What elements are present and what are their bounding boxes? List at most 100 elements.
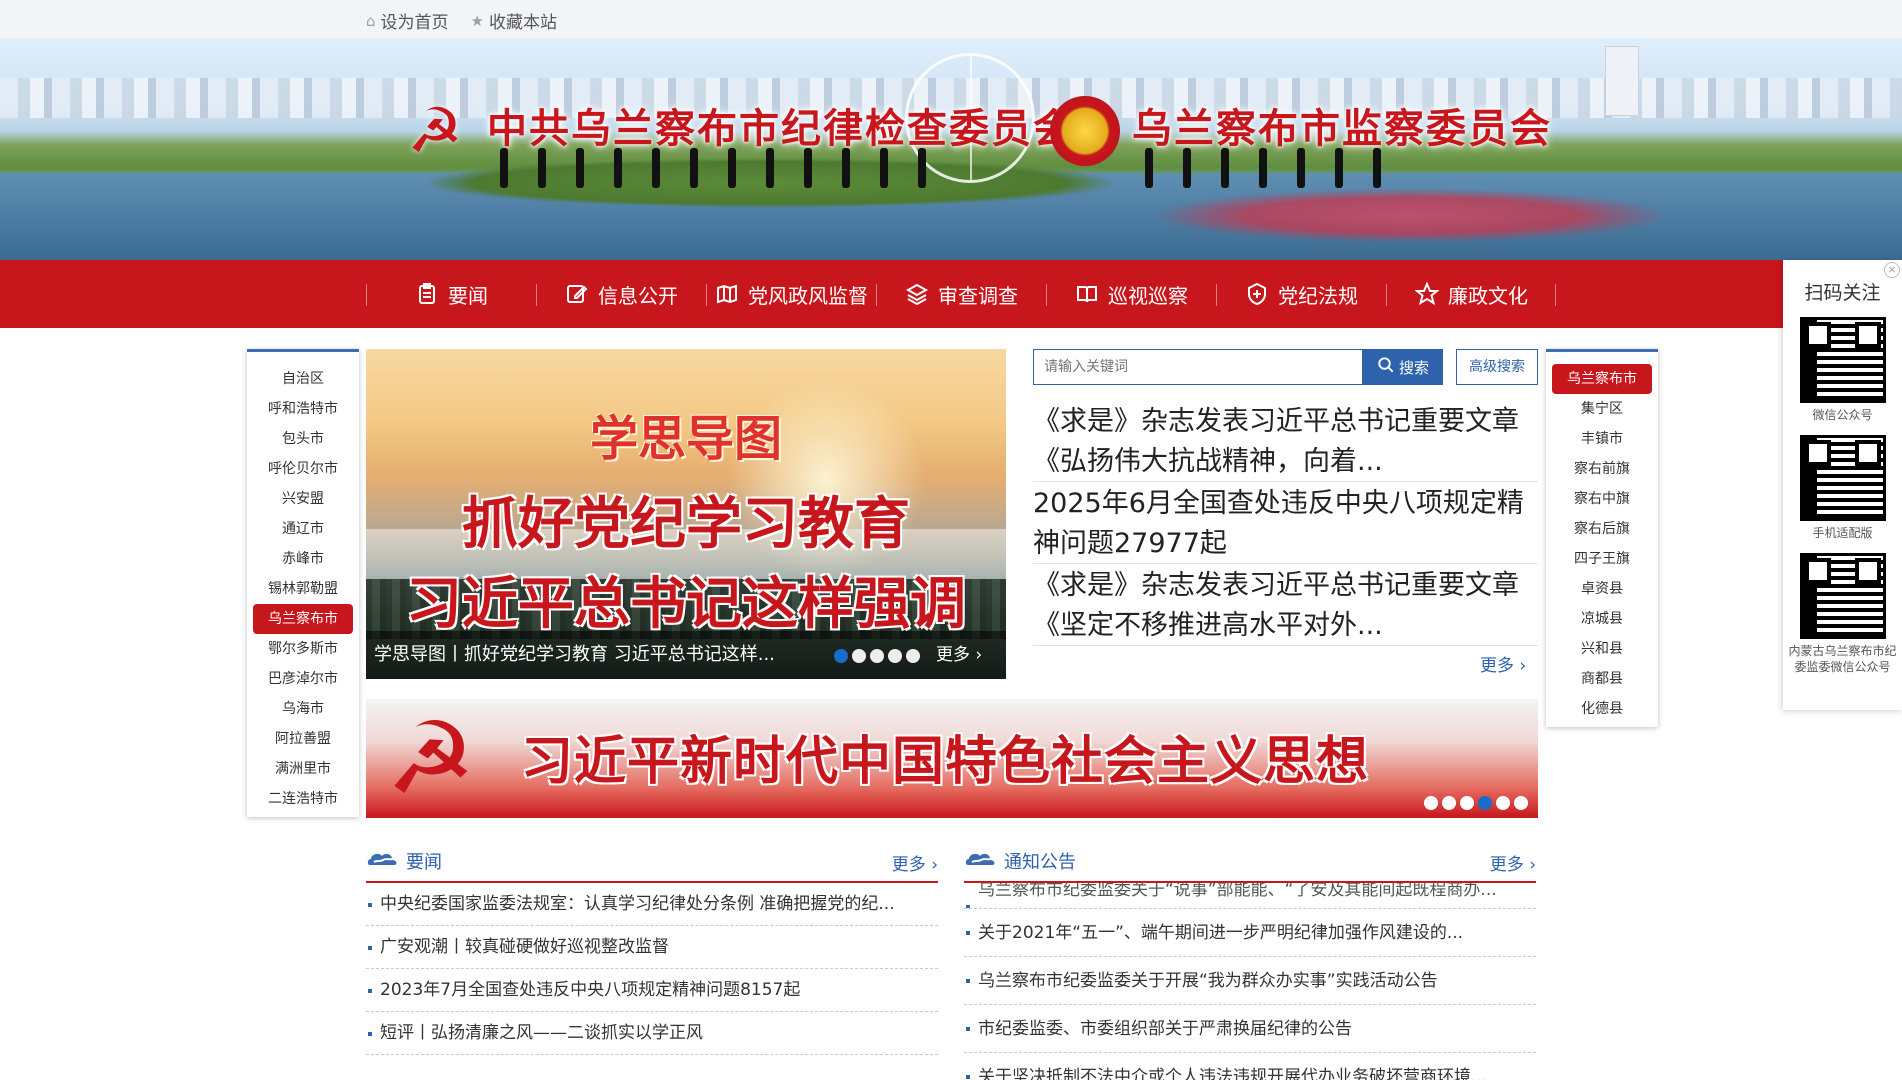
news-section-header: 要闻 更多 › xyxy=(366,848,938,883)
region-item[interactable]: 兴安盟 xyxy=(247,484,359,514)
news-section-label: 要闻 xyxy=(406,852,442,873)
banner-dots xyxy=(1424,796,1528,810)
region-item[interactable]: 锡林郭勒盟 xyxy=(247,574,359,604)
top-links: ⌂ 设为首页 ★ 收藏本站 xyxy=(366,8,557,34)
headline-more-label: 更多 xyxy=(1480,656,1514,676)
region-item[interactable]: 兴和县 xyxy=(1546,634,1658,664)
slide-caption-text[interactable]: 学思导图丨抓好党纪学习教育 习近平总书记这样... xyxy=(374,631,834,679)
headline-item[interactable]: 《求是》杂志发表习近平总书记重要文章《坚定不移推进高水平对外... xyxy=(1033,564,1538,646)
notice-section-label: 通知公告 xyxy=(1004,852,1076,873)
region-item[interactable]: 二连浩特市 xyxy=(247,784,359,814)
region-item[interactable]: 察右中旗 xyxy=(1546,484,1658,514)
featured-slider[interactable]: 学思导图 抓好党纪学习教育 习近平总书记这样强调 学思导图丨抓好党纪学习教育 习… xyxy=(366,349,1006,679)
region-item[interactable]: 凉城县 xyxy=(1546,604,1658,634)
slide-dot[interactable] xyxy=(1442,796,1456,810)
region-item[interactable]: 察右后旗 xyxy=(1546,514,1658,544)
slide-headline-1: 学思导图 xyxy=(589,411,782,467)
news-more-label: 更多 xyxy=(891,855,926,875)
cloud-icon xyxy=(366,849,400,874)
slide-dot[interactable] xyxy=(834,649,848,663)
region-item[interactable]: 呼和浩特市 xyxy=(247,394,359,424)
star-icon: ★ xyxy=(470,11,484,30)
slider-more-label: 更多 xyxy=(936,645,970,665)
region-item[interactable]: 察右前旗 xyxy=(1546,454,1658,484)
nav-item-culture[interactable]: 廉政文化 xyxy=(1386,260,1556,328)
slide-dot[interactable] xyxy=(1460,796,1474,810)
nav-item-info[interactable]: 信息公开 xyxy=(536,260,706,328)
slide-dot[interactable] xyxy=(1478,796,1492,810)
notice-section: 通知公告 更多 › 乌兰察布市纪委监委关于“说事”部能能、“了安及其能间起既程商… xyxy=(964,848,1536,1080)
region-item[interactable]: 卓资县 xyxy=(1546,574,1658,604)
slide-dot[interactable] xyxy=(1496,796,1510,810)
slide-dot[interactable] xyxy=(906,649,920,663)
nav-item-investigation[interactable]: 审查调查 xyxy=(876,260,1046,328)
document-icon xyxy=(414,281,440,307)
top-bar: ⌂ 设为首页 ★ 收藏本站 xyxy=(0,0,1902,38)
region-item[interactable]: 满洲里市 xyxy=(247,754,359,784)
region-item[interactable]: 包头市 xyxy=(247,424,359,454)
list-item[interactable]: 关于坚决抵制不法中介或个人违法违规开展代办业务破坏营商环境... xyxy=(964,1053,1536,1080)
nav-item-inspection[interactable]: 巡视巡察 xyxy=(1046,260,1216,328)
qr-caption: 微信公众号 xyxy=(1812,408,1873,422)
notice-section-header: 通知公告 更多 › xyxy=(964,848,1536,883)
qr-caption: 内蒙古乌兰察布市纪委监委微信公众号 xyxy=(1788,644,1897,674)
close-icon[interactable]: × xyxy=(1884,262,1900,278)
news-more-link[interactable]: 更多 › xyxy=(892,850,938,875)
region-item[interactable]: 赤峰市 xyxy=(247,544,359,574)
notice-more-label: 更多 xyxy=(1489,855,1524,875)
region-item[interactable]: 化德县 xyxy=(1546,694,1658,724)
search-input[interactable] xyxy=(1034,350,1362,384)
list-item[interactable]: 市纪委监委、市委组织部关于严肃换届纪律的公告 xyxy=(964,1005,1536,1053)
list-item[interactable]: 短评丨弘扬清廉之风——二谈抓实以学正风 xyxy=(366,1012,938,1055)
search-button[interactable]: 搜索 xyxy=(1363,349,1443,385)
region-item[interactable]: 乌兰察布市 xyxy=(253,604,353,634)
region-item[interactable]: 鄂尔多斯市 xyxy=(247,634,359,664)
slide-dot[interactable] xyxy=(870,649,884,663)
set-home-link[interactable]: ⌂ 设为首页 xyxy=(366,8,449,34)
slide-dot[interactable] xyxy=(1514,796,1528,810)
region-item[interactable]: 乌海市 xyxy=(247,694,359,724)
list-item[interactable]: 中央纪委国家监委法规室：认真学习纪律处分条例 准确把握党的纪... xyxy=(366,883,938,926)
list-item[interactable]: 关于2021年“五一”、端午期间进一步严明纪律加强作风建设的... xyxy=(964,909,1536,957)
region-item[interactable]: 丰镇市 xyxy=(1546,424,1658,454)
region-item[interactable]: 巴彦淖尔市 xyxy=(247,664,359,694)
list-item[interactable]: 广安观潮丨较真碰硬做好巡视整改监督 xyxy=(366,926,938,969)
nav-item-supervision[interactable]: 党风政风监督 xyxy=(706,260,876,328)
slider-more-link[interactable]: 更多 › xyxy=(936,631,982,679)
region-item[interactable]: 四子王旗 xyxy=(1546,544,1658,574)
region-item[interactable]: 乌兰察布市 xyxy=(1552,364,1652,394)
headline-item[interactable]: 2025年6月全国查处违反中央八项规定精神问题27977起 xyxy=(1033,482,1538,564)
region-item[interactable]: 商都县 xyxy=(1546,664,1658,694)
list-item[interactable]: 乌兰察布市纪委监委关于开展“我为群众办实事”实践活动公告 xyxy=(964,957,1536,1005)
bookmark-link[interactable]: ★ 收藏本站 xyxy=(470,8,557,34)
home-icon: ⌂ xyxy=(366,11,376,30)
region-item[interactable]: 呼伦贝尔市 xyxy=(247,454,359,484)
region-item[interactable]: 集宁区 xyxy=(1546,394,1658,424)
slide-dot[interactable] xyxy=(888,649,902,663)
news-section: 要闻 更多 › 中央纪委国家监委法规室：认真学习纪律处分条例 准确把握党的纪..… xyxy=(366,848,938,1055)
list-item[interactable]: 乌兰察布市纪委监委关于“说事”部能能、“了安及其能间起既程商办... xyxy=(964,883,1536,909)
list-item[interactable]: 2023年7月全国查处违反中央八项规定精神问题8157起 xyxy=(366,969,938,1012)
headline-item[interactable]: 《求是》杂志发表习近平总书记重要文章《弘扬伟大抗战精神，向着... xyxy=(1033,400,1538,482)
cloud-icon xyxy=(964,849,998,874)
mongolian-script-left xyxy=(500,148,926,198)
bookmark-label: 收藏本站 xyxy=(488,13,557,33)
qr-follow-panel: × 扫码关注 微信公众号 手机适配版 内蒙古乌兰察布市纪委监委微信公众号 xyxy=(1783,260,1902,710)
slide-dot[interactable] xyxy=(852,649,866,663)
book-icon xyxy=(1074,281,1100,307)
region-item[interactable]: 自治区 xyxy=(247,364,359,394)
region-item[interactable]: 通辽市 xyxy=(247,514,359,544)
nav-item-regulations[interactable]: 党纪法规 xyxy=(1216,260,1386,328)
banner-title-party: 中共乌兰察布市纪律检查委员会 xyxy=(487,105,1075,152)
region-item[interactable]: 阿拉善盟 xyxy=(247,724,359,754)
notice-more-link[interactable]: 更多 › xyxy=(1490,850,1536,875)
headline-more-link[interactable]: 更多 › xyxy=(1480,651,1526,676)
star-icon xyxy=(1414,281,1440,307)
advanced-search-button[interactable]: 高级搜索 xyxy=(1456,349,1538,385)
qr-panel-title: 扫码关注 xyxy=(1804,282,1881,304)
search-button-label: 搜索 xyxy=(1398,358,1429,377)
nav-item-news[interactable]: 要闻 xyxy=(366,260,536,328)
nav-label: 党纪法规 xyxy=(1278,283,1358,308)
slide-dot[interactable] xyxy=(1424,796,1438,810)
theme-banner[interactable]: ☭ 习近平新时代中国特色社会主义思想 xyxy=(366,699,1538,818)
